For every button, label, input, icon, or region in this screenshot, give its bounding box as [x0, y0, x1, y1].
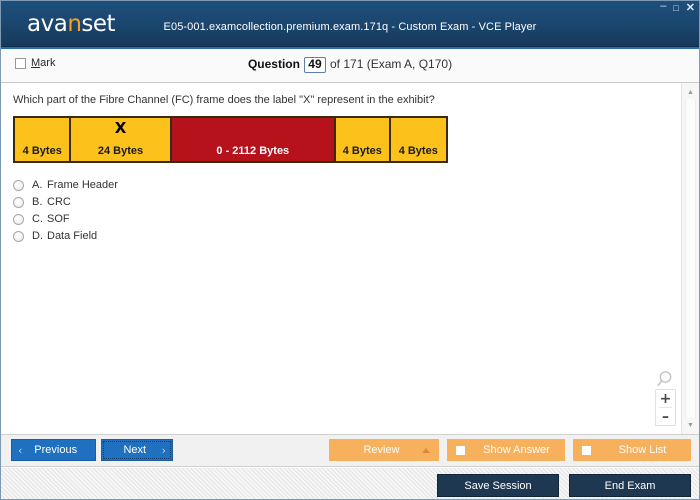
scroll-down-arrow-icon[interactable]: ▼ [682, 418, 699, 432]
option-letter: A. [32, 179, 47, 191]
zoom-controls: + – [655, 369, 676, 426]
question-number-input[interactable]: 49 [304, 57, 325, 73]
option-text: SOF [47, 213, 70, 225]
frame-cell-label: 4 Bytes [343, 145, 382, 157]
content-scrollbar[interactable]: ▲ ▼ [681, 83, 699, 434]
chevron-right-icon: › [162, 444, 166, 457]
end-exam-button[interactable]: End Exam [569, 474, 691, 497]
question-content-area: Which part of the Fibre Channel (FC) fra… [1, 83, 699, 434]
radio-icon[interactable] [13, 231, 24, 242]
radio-icon[interactable] [13, 214, 24, 225]
review-button-label: Review [329, 444, 422, 456]
show-answer-button-label: Show Answer [468, 444, 565, 456]
frame-cell-label: 4 Bytes [399, 145, 438, 157]
next-button[interactable]: Next › [101, 439, 173, 461]
option-letter: D. [32, 230, 47, 242]
frame-cell-label: 0 - 2112 Bytes [216, 145, 289, 157]
show-list-button[interactable]: Show List [573, 439, 691, 461]
window-controls: – □ ✕ [660, 3, 695, 13]
radio-icon[interactable] [13, 197, 24, 208]
frame-cell-sof: 4 Bytes [15, 118, 71, 161]
frame-cell-eof: 4 Bytes [391, 118, 446, 161]
frame-cell-label: 24 Bytes [98, 145, 143, 157]
radio-icon[interactable] [13, 180, 24, 191]
status-bar: Save Session End Exam [1, 467, 699, 500]
scrollbar-track[interactable] [685, 99, 696, 418]
magnifier-icon[interactable] [655, 369, 676, 389]
option-text: CRC [47, 196, 71, 208]
save-session-button[interactable]: Save Session [437, 474, 559, 497]
show-answer-button[interactable]: Show Answer [447, 439, 565, 461]
answer-option-c[interactable]: C. SOF [13, 211, 670, 227]
previous-button[interactable]: ‹ Previous [11, 439, 96, 461]
answer-options-list: A. Frame Header B. CRC C. SOF D. Data Fi… [13, 177, 670, 244]
answer-option-a[interactable]: A. Frame Header [13, 177, 670, 193]
checkbox-square-icon [456, 446, 465, 455]
question-content-inner: Which part of the Fibre Channel (FC) fra… [1, 83, 682, 434]
exhibit-fc-frame-diagram: 4 Bytes X 24 Bytes 0 - 2112 Bytes 4 Byte… [13, 116, 448, 163]
maximize-icon[interactable]: □ [673, 3, 678, 13]
vce-player-window: avanset E05-001.examcollection.premium.e… [0, 0, 700, 500]
answer-option-b[interactable]: B. CRC [13, 194, 670, 210]
answer-option-d[interactable]: D. Data Field [13, 228, 670, 244]
frame-cell-marker-x: X [71, 120, 169, 136]
zoom-button-group: + – [655, 389, 676, 426]
title-bar: avanset E05-001.examcollection.premium.e… [1, 1, 699, 49]
zoom-in-button[interactable]: + [656, 390, 675, 407]
close-icon[interactable]: ✕ [686, 3, 695, 13]
option-text: Data Field [47, 230, 97, 242]
checkbox-square-icon [582, 446, 591, 455]
question-text: Which part of the Fibre Channel (FC) fra… [13, 93, 670, 107]
zoom-out-button[interactable]: – [656, 408, 675, 425]
caret-up-icon [422, 448, 430, 453]
frame-cell-data-field: 0 - 2112 Bytes [172, 118, 336, 161]
question-header-bar: Mark Question 49 of 171 (Exam A, Q170) [1, 49, 699, 83]
question-word: Question [248, 57, 300, 71]
next-button-label: Next [108, 444, 162, 456]
question-counter: Question 49 of 171 (Exam A, Q170) [1, 57, 699, 73]
window-title: E05-001.examcollection.premium.exam.171q… [1, 21, 699, 33]
option-text: Frame Header [47, 179, 118, 191]
scroll-up-arrow-icon[interactable]: ▲ [682, 85, 699, 99]
option-letter: B. [32, 196, 47, 208]
option-letter: C. [32, 213, 47, 225]
minimize-icon[interactable]: – [660, 1, 666, 11]
review-button[interactable]: Review [329, 439, 439, 461]
previous-button-label: Previous [22, 444, 89, 456]
question-total-text: of 171 (Exam A, Q170) [330, 57, 452, 71]
show-list-button-label: Show List [594, 444, 691, 456]
frame-cell-crc: 4 Bytes [336, 118, 391, 161]
navigation-toolbar: ‹ Previous Next › Review Show Answer Sho… [1, 434, 699, 467]
frame-cell-label: 4 Bytes [23, 145, 62, 157]
frame-cell-header: X 24 Bytes [71, 118, 171, 161]
